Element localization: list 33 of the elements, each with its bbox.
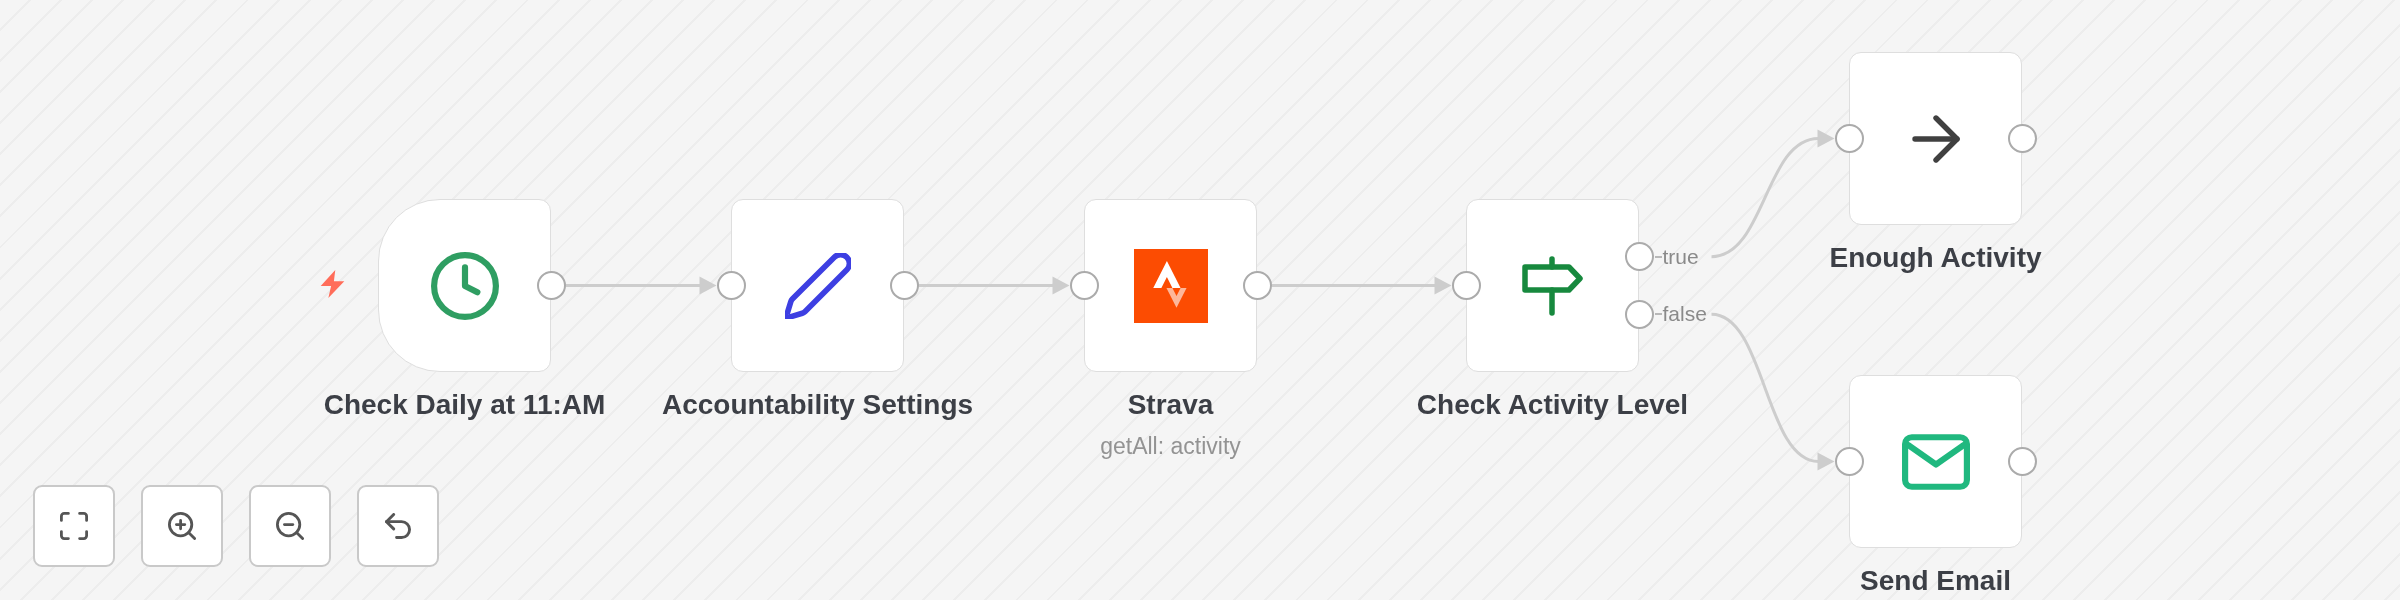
- workflow-node[interactable]: [1849, 52, 2022, 225]
- zoom-in-button[interactable]: [141, 485, 223, 567]
- node-label: Strava: [1127, 388, 1214, 422]
- workflow-node[interactable]: [731, 199, 904, 372]
- pencil-icon: [784, 252, 851, 319]
- node-label: Send Email: [1860, 564, 2011, 598]
- trigger-node[interactable]: [378, 199, 551, 372]
- input-handle[interactable]: [716, 271, 746, 300]
- input-handle[interactable]: [1069, 271, 1099, 300]
- undo-icon: [385, 513, 411, 539]
- output-label: true: [1654, 244, 1699, 269]
- node-label: Accountability Settings: [661, 388, 974, 422]
- strava-logo-icon: [1133, 248, 1208, 323]
- node-label: Check Activity Level: [1416, 388, 1689, 422]
- node-label: Check Daily at 11:AM: [323, 388, 606, 422]
- workflow-node[interactable]: [1466, 199, 1639, 372]
- workflow-node[interactable]: [1084, 199, 1257, 372]
- input-handle[interactable]: [1834, 124, 1864, 153]
- input-handle[interactable]: [1834, 447, 1864, 476]
- node-subtitle: getAll: activity: [1100, 433, 1241, 459]
- envelope-icon: [1901, 433, 1970, 490]
- zoom-out-button[interactable]: [249, 485, 331, 567]
- fit-view-button[interactable]: [33, 485, 115, 567]
- workflow-node[interactable]: [1849, 375, 2022, 548]
- frame-corners-icon: [60, 512, 88, 540]
- input-handle[interactable]: [1451, 271, 1481, 300]
- clock-icon: [430, 251, 499, 320]
- node-label: Enough Activity: [1829, 241, 2042, 275]
- signpost-icon: [1520, 255, 1585, 316]
- output-label: false: [1654, 302, 1707, 327]
- zoom-out-icon: [276, 512, 304, 540]
- reset-zoom-button[interactable]: [357, 485, 439, 567]
- zoom-in-icon: [168, 512, 196, 540]
